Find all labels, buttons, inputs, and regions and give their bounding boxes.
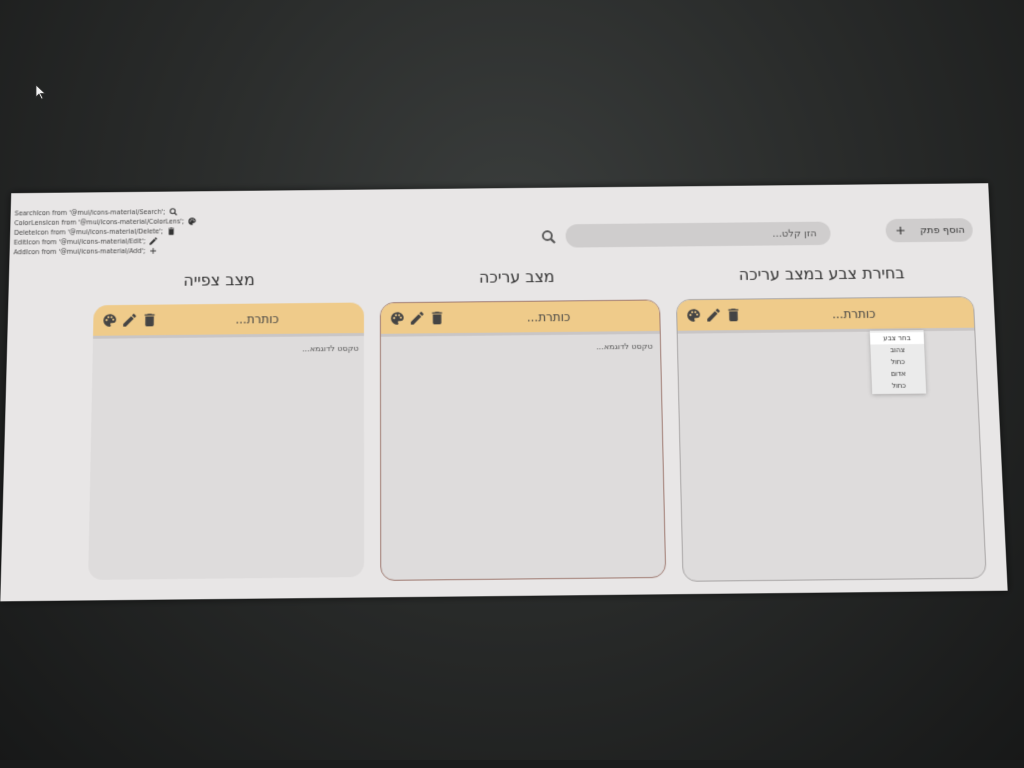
edit-icon[interactable] <box>121 312 138 329</box>
color-menu-item[interactable]: כחול <box>872 380 926 392</box>
note-card-view-mode: כותרת... טקסט לדוגמא... <box>88 302 364 579</box>
mouse-pointer-icon <box>35 84 47 100</box>
edit-icon <box>149 236 159 246</box>
taskbar <box>0 760 1024 768</box>
section-title-color-select: בחירת צבע במצב עריכה <box>738 264 904 284</box>
color-menu-item[interactable]: בחר צבע <box>870 332 924 344</box>
note-card-header: כותרת... <box>381 300 660 336</box>
note-card-body[interactable]: טקסט לדוגמא... <box>381 334 660 354</box>
note-card-title[interactable]: כותרת... <box>742 306 966 322</box>
note-card-actions <box>101 312 158 329</box>
color-lens-icon[interactable] <box>685 307 702 324</box>
note-card-title: כותרת... <box>158 311 356 327</box>
note-card-actions <box>685 306 742 323</box>
delete-icon[interactable] <box>141 312 158 329</box>
add-note-button[interactable]: הוסף פתק <box>885 218 973 242</box>
note-card-title[interactable]: כותרת... <box>446 309 652 325</box>
section-title-view-mode: מצב צפייה <box>183 270 254 289</box>
import-text: AddIcon from '@mui/icons-material/Add'; <box>13 246 145 257</box>
icon-import-list: SearchIcon from '@mui/icons-material/Sea… <box>13 207 197 257</box>
note-card-edit-mode: כותרת... טקסט לדוגמא... <box>380 299 666 581</box>
note-card-header: כותרת... <box>677 297 974 334</box>
edit-icon[interactable] <box>705 307 722 324</box>
delete-icon[interactable] <box>429 310 446 327</box>
search-icon[interactable] <box>540 228 558 246</box>
color-select-menu: בחר צבע צהוב כחול אדום כחול <box>870 330 926 394</box>
note-card-actions <box>389 310 446 327</box>
section-title-edit-mode: מצב עריכה <box>479 267 555 286</box>
color-menu-item[interactable]: אדום <box>871 368 925 380</box>
app-screen: SearchIcon from '@mui/icons-material/Sea… <box>0 183 1007 601</box>
search-icon <box>168 207 178 217</box>
color-menu-item[interactable]: כחול <box>871 356 925 368</box>
delete-icon <box>166 226 176 236</box>
add-note-label: הוסף פתק <box>920 225 965 236</box>
note-card-color-select: כותרת... <box>676 296 987 582</box>
add-icon <box>148 246 158 256</box>
color-lens-icon[interactable] <box>389 310 406 327</box>
color-lens-icon[interactable] <box>101 312 118 329</box>
note-card-header: כותרת... <box>93 302 364 338</box>
add-icon <box>893 224 907 238</box>
note-card-body: טקסט לדוגמא... <box>93 336 364 356</box>
color-menu-item[interactable]: צהוב <box>870 344 924 356</box>
color-lens-icon <box>187 216 197 226</box>
search-input[interactable] <box>565 222 830 248</box>
import-row: AddIcon from '@mui/icons-material/Add'; <box>13 246 196 258</box>
delete-icon[interactable] <box>725 306 742 323</box>
edit-icon[interactable] <box>409 310 426 327</box>
